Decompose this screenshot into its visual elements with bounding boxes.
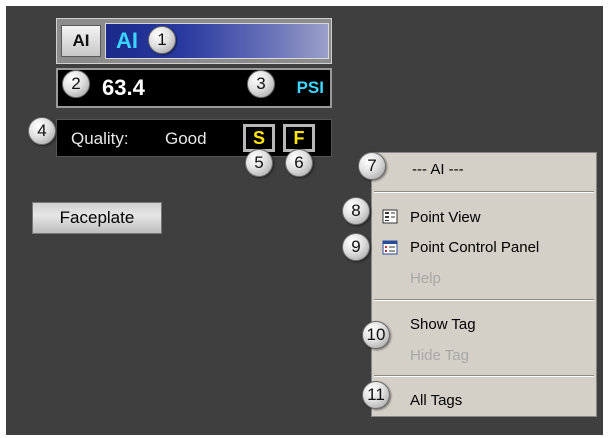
callout-2: 2 xyxy=(62,70,90,98)
faceplate-button[interactable]: Faceplate xyxy=(32,202,162,234)
menu-item-hide-tag[interactable]: Hide Tag xyxy=(410,347,469,364)
point-view-icon xyxy=(382,209,398,224)
s-button[interactable]: S xyxy=(243,124,275,152)
menu-item-show-tag[interactable]: Show Tag xyxy=(410,316,476,333)
callout-5: 5 xyxy=(245,149,273,177)
callout-8: 8 xyxy=(342,197,370,225)
menu-separator xyxy=(374,299,594,301)
ai-faceplate-widget: AI AI 63.4 PSI Quality: Good S F xyxy=(56,18,332,158)
menu-header: --- AI --- xyxy=(412,161,464,178)
display-canvas: AI AI 63.4 PSI Quality: Good S F Facepla… xyxy=(6,6,603,435)
callout-9: 9 xyxy=(342,233,370,261)
quality-value: Good xyxy=(165,129,207,148)
callout-6: 6 xyxy=(285,149,313,177)
menu-separator xyxy=(374,191,594,193)
callout-1: 1 xyxy=(148,26,176,54)
menu-item-help[interactable]: Help xyxy=(410,270,441,287)
menu-item-point-view[interactable]: Point View xyxy=(410,209,481,226)
f-button[interactable]: F xyxy=(283,124,315,152)
engineering-units: PSI xyxy=(296,78,324,97)
tag-name-text: AI xyxy=(116,28,138,53)
callout-7: 7 xyxy=(358,152,386,180)
value-row: 63.4 PSI xyxy=(56,68,332,108)
context-menu: --- AI --- Point View Point Control Pane… xyxy=(371,152,597,417)
callout-10: 10 xyxy=(362,321,390,349)
menu-item-all-tags[interactable]: All Tags xyxy=(410,392,462,409)
callout-11: 11 xyxy=(362,381,390,409)
callout-4: 4 xyxy=(28,117,56,145)
menu-separator xyxy=(374,375,594,377)
process-value: 63.4 xyxy=(102,75,145,100)
tag-name-bar[interactable]: AI xyxy=(105,23,329,59)
callout-3: 3 xyxy=(247,70,275,98)
quality-label: Quality: xyxy=(71,129,129,148)
control-panel-icon xyxy=(382,240,398,255)
tag-row: AI AI xyxy=(56,18,332,64)
menu-item-point-control-panel[interactable]: Point Control Panel xyxy=(410,239,539,256)
tag-type-button[interactable]: AI xyxy=(61,25,101,57)
